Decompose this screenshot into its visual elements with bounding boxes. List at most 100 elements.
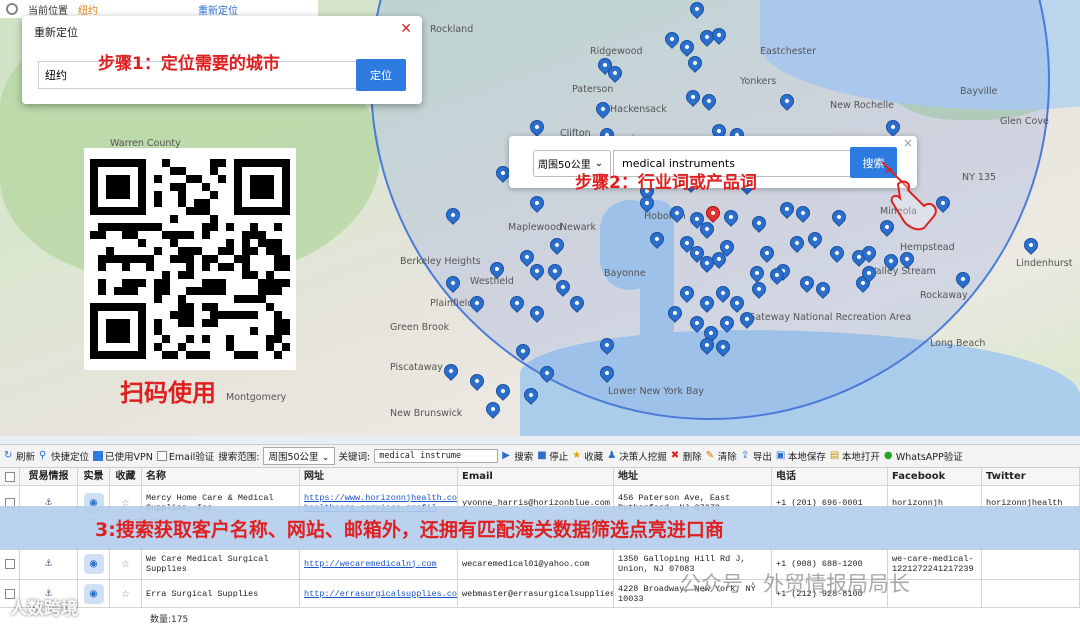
close-icon[interactable]: ✕ [400, 21, 412, 37]
refresh-button[interactable]: ↻ 刷新 [4, 449, 35, 464]
map-label: Plainfield [430, 298, 474, 309]
keyword-label: 关键词: [338, 452, 371, 463]
url-cell-text[interactable]: http://errasurgicalsupplies.com [304, 589, 457, 599]
export-button[interactable]: ⇪ 导出 [741, 449, 772, 464]
watermark-right: 公众号 · 外贸情报局局长 [680, 572, 911, 596]
header-trade[interactable]: 贸易情报 [20, 468, 78, 485]
header-fav[interactable]: 收藏 [110, 468, 142, 485]
favorite-label: 收藏 [584, 452, 604, 463]
map-label: Bayville [960, 86, 998, 97]
toolbar: ↻ 刷新 ⚲ 快捷定位 已使用VPN Email验证 搜索范围: 周围50公里 ⌄ … [0, 444, 1080, 468]
url-cell[interactable]: http://errasurgicalsupplies.com [300, 580, 458, 607]
decision-label: 决策人挖掘 [619, 452, 667, 463]
decision-maker-button[interactable]: ♟ 决策人挖掘 [607, 449, 667, 464]
map[interactable]: Paterson Yonkers Hackensack Ridgewood Rockla… [0, 0, 1080, 436]
checkbox-icon [4, 471, 15, 482]
map-label: Hackensack [610, 104, 667, 115]
map-label: Green Brook [390, 322, 450, 333]
locate-icon[interactable] [6, 3, 18, 15]
save-icon: ▣ [775, 450, 786, 461]
map-label: Glen Cove [1000, 116, 1049, 127]
relocate-link[interactable]: 重新定位 [198, 2, 238, 17]
map-label: Lower New York Bay [608, 386, 704, 397]
export-label: 导出 [752, 452, 772, 463]
scan-label: 扫码使用 [120, 379, 216, 407]
range-dropdown[interactable]: 周围50公里 ⌄ [263, 447, 335, 465]
url-cell-text[interactable]: http://wecaremedicalnj.com [304, 559, 437, 569]
table-header: 贸易情报 实景 收藏 名称 网址 Email 地址 电话 Facebook Tw… [0, 468, 1080, 486]
qr-code-icon [90, 159, 290, 359]
broom-icon: ✎ [705, 450, 715, 461]
row-checkbox[interactable] [0, 548, 20, 579]
star-icon: ★ [572, 450, 582, 461]
map-label: Ridgewood [590, 46, 643, 57]
name-cell: Erra Surgical Supplies [142, 580, 300, 607]
url-cell[interactable]: http://wecaremedicalnj.com [300, 548, 458, 579]
save-local-button[interactable]: ▣ 本地保存 [775, 449, 826, 464]
map-label: Eastchester [760, 46, 817, 57]
clear-button[interactable]: ✎ 清除 [705, 449, 737, 464]
quick-locate-button[interactable]: ⚲ 快捷定位 [39, 449, 90, 464]
location-pin-icon[interactable] [441, 361, 461, 381]
location-pin-icon[interactable] [493, 381, 513, 401]
map-label: NY 135 [962, 172, 997, 183]
name-cell: We Care Medical Surgical Supplies [142, 548, 300, 579]
trade-intel-cell[interactable]: ⚓ [20, 548, 78, 579]
close-icon[interactable]: × [903, 136, 913, 150]
toolbar-search-button[interactable]: ▶ 搜索 [502, 449, 534, 464]
favorite-cell[interactable]: ☆ [110, 580, 142, 607]
anchor-icon: ⚓ [45, 557, 52, 570]
map-label: Yonkers [740, 76, 777, 87]
whatsapp-label: WhatsAPP验证 [895, 452, 963, 463]
twitter-cell [982, 548, 1080, 579]
open-local-button[interactable]: ▤ 本地打开 [830, 449, 880, 464]
pin-icon: ⚲ [39, 450, 47, 461]
whatsapp-verify-button[interactable]: ● WhatsAPP验证 [884, 449, 963, 464]
map-label: Valley Stream [870, 266, 936, 277]
header-checkbox[interactable] [0, 468, 20, 485]
stop-button[interactable]: ■ 停止 [537, 449, 569, 464]
table-row[interactable]: ⚓ ◉ ☆ Erra Surgical Supplies http://errasurg… [0, 580, 1080, 608]
favorite-cell[interactable]: ☆ [110, 548, 142, 579]
locate-button[interactable]: 定位 [356, 59, 406, 91]
name-cell-text: Erra Surgical Supplies [146, 588, 259, 599]
street-view-icon: ◉ [83, 553, 104, 574]
map-label: Berkeley Heights [400, 256, 481, 267]
name-cell-text: We Care Medical Surgical Supplies [146, 553, 269, 574]
street-view-cell[interactable]: ◉ [78, 548, 110, 579]
step2-annotation: 步骤2：行业词或产品词 [575, 173, 757, 193]
vpn-checkbox[interactable]: 已使用VPN [93, 449, 153, 463]
delete-icon: ✖ [670, 450, 680, 461]
header-address[interactable]: 地址 [614, 468, 772, 485]
location-pin-icon[interactable] [1021, 235, 1041, 255]
header-facebook[interactable]: Facebook [888, 468, 982, 485]
map-label: Bayonne [604, 268, 646, 279]
header-email[interactable]: Email [458, 468, 614, 485]
checkbox-icon [156, 451, 167, 461]
quick-locate-label: 快捷定位 [51, 452, 90, 463]
pointing-hand-icon [881, 161, 937, 231]
email-cell-text: webmaster@errasurgicalsupplies.com,suppo… [462, 588, 614, 599]
location-pin-icon[interactable] [467, 371, 487, 391]
stop-label: 停止 [549, 452, 569, 463]
header-url[interactable]: 网址 [300, 468, 458, 485]
street-view-cell[interactable]: ◉ [78, 580, 110, 607]
header-name[interactable]: 名称 [142, 468, 300, 485]
location-pin-icon[interactable] [483, 399, 503, 419]
checkbox-icon [4, 558, 15, 569]
header-phone[interactable]: 电话 [772, 468, 888, 485]
map-label: Long Beach [930, 338, 986, 349]
search-label: 搜索 [514, 452, 534, 463]
twitter-cell [982, 580, 1080, 607]
email-verify-checkbox[interactable]: Email验证 [156, 449, 214, 463]
header-twitter[interactable]: Twitter [982, 468, 1080, 485]
favorite-button[interactable]: ★ 收藏 [572, 449, 604, 464]
stop-icon: ■ [537, 450, 547, 461]
range-dropdown-value: 周围50公里 [268, 452, 319, 463]
phone-cell-text: +1 (908) 688-1200 [776, 558, 863, 569]
header-street[interactable]: 实景 [78, 468, 110, 485]
save-local-label: 本地保存 [787, 452, 826, 463]
delete-button[interactable]: ✖ 删除 [670, 449, 702, 464]
table-row[interactable]: ⚓ ◉ ☆ We Care Medical Surgical Supplies http… [0, 548, 1080, 580]
toolbar-keyword-input[interactable]: medical instrume [374, 449, 499, 463]
